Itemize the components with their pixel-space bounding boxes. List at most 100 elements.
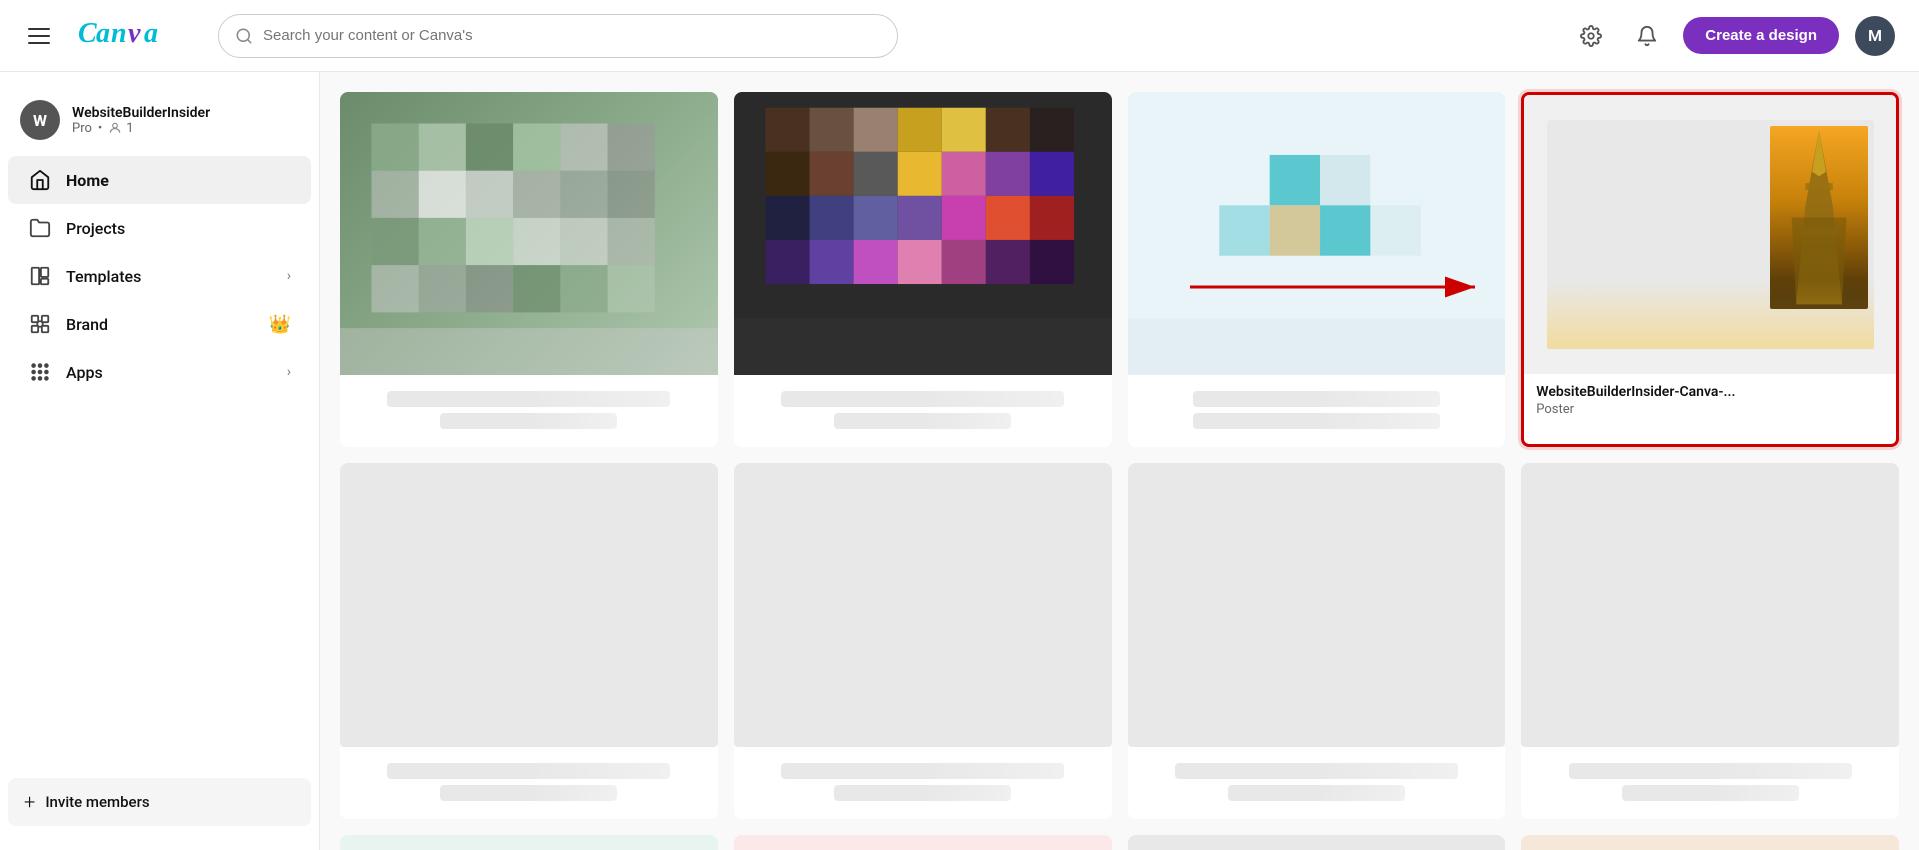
design-card-3[interactable] — [1128, 92, 1506, 447]
crown-badge-icon: 👑 — [269, 314, 291, 335]
sidebar: W WebsiteBuilderInsider Pro • 1 Home — [0, 72, 320, 850]
card-thumbnail-5 — [340, 463, 718, 746]
sidebar-item-apps[interactable]: Apps › — [8, 348, 311, 396]
svg-text:a: a — [144, 18, 158, 49]
canva-logo[interactable]: C a n v a — [78, 14, 178, 57]
card-thumbnail-10 — [734, 835, 1112, 850]
card-label-8 — [1521, 747, 1899, 819]
sidebar-item-label-templates: Templates — [66, 267, 141, 286]
svg-text:C: C — [78, 18, 97, 49]
card-label-6 — [734, 747, 1112, 819]
svg-text:a: a — [96, 18, 110, 49]
skeleton-sub-8 — [1622, 785, 1799, 801]
plus-icon: + — [24, 790, 35, 814]
skeleton-title-6 — [781, 763, 1064, 779]
design-card-11[interactable] — [1128, 835, 1506, 850]
skeleton-title-7 — [1175, 763, 1458, 779]
pixel-art-green — [340, 92, 718, 375]
settings-button[interactable] — [1571, 16, 1611, 56]
pixel-art-pink — [734, 835, 1112, 850]
create-design-button[interactable]: Create a design — [1683, 17, 1839, 54]
user-name: WebsiteBuilderInsider — [72, 105, 210, 121]
skeleton-sub-7 — [1228, 785, 1405, 801]
notifications-button[interactable] — [1627, 16, 1667, 56]
skeleton-sub-1 — [440, 413, 617, 429]
search-bar — [218, 14, 898, 58]
skeleton-title-8 — [1569, 763, 1852, 779]
user-section: W WebsiteBuilderInsider Pro • 1 — [0, 88, 319, 156]
menu-button[interactable] — [24, 24, 54, 48]
templates-chevron-icon: › — [287, 268, 291, 284]
sidebar-item-label-projects: Projects — [66, 219, 125, 238]
bell-icon — [1636, 25, 1658, 47]
card-label-3 — [1128, 375, 1506, 447]
sidebar-item-brand[interactable]: Brand 👑 — [8, 300, 311, 348]
person-icon — [108, 121, 122, 135]
skeleton-sub-3 — [1193, 413, 1441, 429]
card-label-5 — [340, 747, 718, 819]
card-type-4: Poster — [1536, 402, 1884, 417]
invite-members-button[interactable]: + Invite members — [8, 778, 311, 826]
pixel-art-blue — [1128, 92, 1506, 375]
user-meta: Pro • 1 — [72, 121, 210, 136]
sidebar-item-label-home: Home — [66, 171, 109, 190]
card-label-7 — [1128, 747, 1506, 819]
sidebar-item-templates[interactable]: Templates › — [8, 252, 311, 300]
card-thumbnail-3 — [1128, 92, 1506, 375]
card-label-4: WebsiteBuilderInsider-Canva-... Poster — [1524, 374, 1896, 429]
apps-chevron-icon: › — [287, 364, 291, 380]
card-thumbnail-9 — [340, 835, 718, 850]
sidebar-item-projects[interactable]: Projects — [8, 204, 311, 252]
projects-icon — [28, 216, 52, 240]
invite-label: Invite members — [45, 793, 149, 811]
sidebar-bottom: + Invite members — [0, 770, 319, 834]
card-label-1 — [340, 375, 718, 447]
skeleton-sub-5 — [440, 785, 617, 801]
card-thumbnail-8 — [1521, 463, 1899, 746]
user-avatar: W — [20, 100, 60, 140]
design-card-8[interactable] — [1521, 463, 1899, 818]
design-card-12[interactable] — [1521, 835, 1899, 850]
templates-icon — [28, 264, 52, 288]
card-label-2 — [734, 375, 1112, 447]
skeleton-title-3 — [1193, 391, 1441, 407]
svg-text:v: v — [128, 18, 141, 49]
design-card-10[interactable] — [734, 835, 1112, 850]
avatar[interactable]: M — [1855, 16, 1895, 56]
card-thumbnail-11 — [1128, 835, 1506, 850]
header: C a n v a Create a design M — [0, 0, 1919, 72]
pixel-art-teal — [340, 835, 718, 850]
search-icon — [235, 27, 253, 45]
design-card-5[interactable] — [340, 463, 718, 818]
content-area: WebsiteBuilderInsider-Canva-... Poster — [320, 72, 1919, 850]
pixel-art-peach — [1521, 835, 1899, 850]
design-card-9[interactable] — [340, 835, 718, 850]
card-thumbnail-6 — [734, 463, 1112, 746]
design-card-2[interactable] — [734, 92, 1112, 447]
svg-text:n: n — [111, 18, 127, 49]
search-input[interactable] — [263, 27, 881, 44]
design-card-4[interactable]: WebsiteBuilderInsider-Canva-... Poster — [1521, 92, 1899, 447]
design-grid: WebsiteBuilderInsider-Canva-... Poster — [340, 92, 1899, 850]
user-info: WebsiteBuilderInsider Pro • 1 — [72, 105, 210, 136]
sidebar-item-home[interactable]: Home — [8, 156, 311, 204]
gear-icon — [1580, 25, 1602, 47]
design-card-1[interactable] — [340, 92, 718, 447]
card-thumbnail-7 — [1128, 463, 1506, 746]
skeleton-title-5 — [387, 763, 670, 779]
card-thumbnail-12 — [1521, 835, 1899, 850]
pixel-art-dark — [734, 92, 1112, 375]
header-right: Create a design M — [1571, 16, 1895, 56]
skeleton-title-1 — [387, 391, 670, 407]
sidebar-item-label-brand: Brand — [66, 315, 108, 334]
card-thumbnail-4 — [1524, 95, 1896, 374]
card-thumbnail-2 — [734, 92, 1112, 375]
skeleton-sub-6 — [834, 785, 1011, 801]
card-title-4: WebsiteBuilderInsider-Canva-... — [1536, 384, 1884, 400]
design-card-7[interactable] — [1128, 463, 1506, 818]
design-card-6[interactable] — [734, 463, 1112, 818]
skeleton-title-2 — [781, 391, 1064, 407]
main-layout: W WebsiteBuilderInsider Pro • 1 Home — [0, 72, 1919, 850]
skeleton-sub-2 — [834, 413, 1011, 429]
home-icon — [28, 168, 52, 192]
